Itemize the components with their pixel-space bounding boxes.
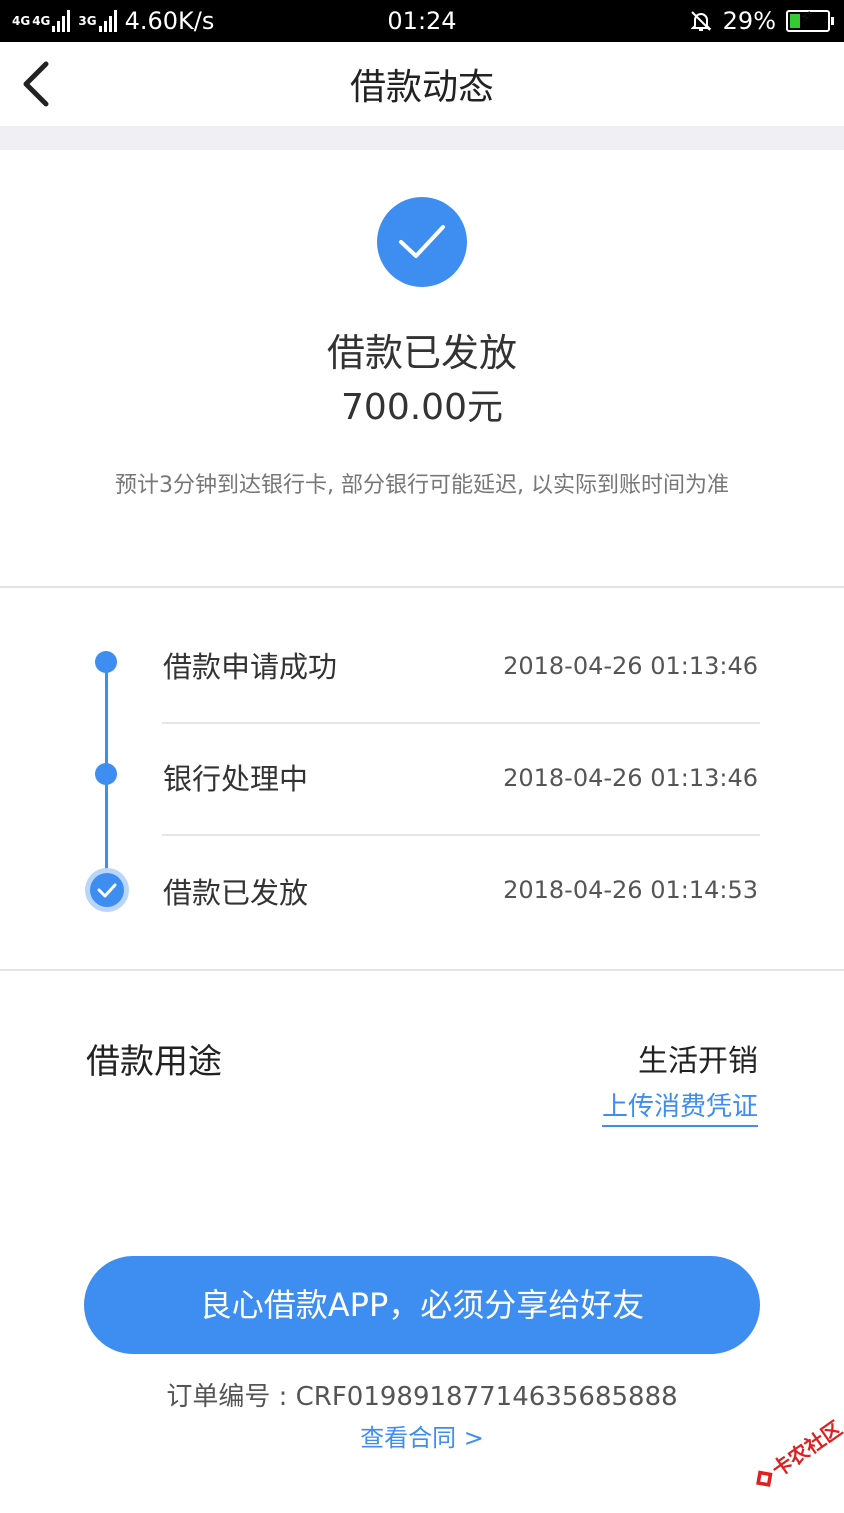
status-right: 29% ⚡ <box>689 6 834 36</box>
bell-muted-icon <box>690 11 712 31</box>
timeline-step-label: 借款申请成功 <box>163 650 338 684</box>
checkmark-icon <box>97 883 117 898</box>
timeline-separator <box>162 722 760 724</box>
page-title: 借款动态 <box>349 67 494 108</box>
view-contract-link[interactable]: 查看合同 > <box>0 1418 844 1453</box>
share-button[interactable]: 良心借款APP，必须分享给好友 <box>84 1256 760 1354</box>
status-bar: 4G 4G 3G 4.60K/s 01:24 29% ⚡ <box>0 0 844 42</box>
section-separator <box>0 126 844 150</box>
battery-icon: ⚡ <box>786 8 834 32</box>
timeline-dot <box>95 763 117 785</box>
checkmark-icon <box>399 225 445 258</box>
divider <box>0 969 844 971</box>
loan-purpose-label: 借款用途 <box>86 1042 222 1082</box>
timeline-check-inner <box>90 873 124 907</box>
nav-bar: 借款动态 <box>0 42 844 126</box>
watermark-text: 卡农社区 <box>767 1416 844 1482</box>
charging-bolt-icon: ⚡ <box>799 8 812 29</box>
timeline-check-icon <box>85 868 129 912</box>
upload-receipt-link[interactable]: 上传消费凭证 <box>601 1086 758 1127</box>
loan-status-title: 借款已发放 <box>326 331 517 375</box>
timeline-dot <box>95 651 117 673</box>
timeline-step-label: 借款已发放 <box>163 876 309 910</box>
timeline-step-label: 银行处理中 <box>163 762 309 796</box>
loan-amount: 700.00元 <box>341 387 503 428</box>
timeline-step-time: 2018-04-26 01:13:46 <box>503 764 758 792</box>
loan-purpose-value: 生活开销 <box>638 1044 758 1079</box>
order-number: 订单编号 : CRF01989187714635685888 <box>166 1382 678 1412</box>
divider <box>0 586 844 588</box>
timeline-step-time: 2018-04-26 01:13:46 <box>503 652 758 680</box>
timeline-separator <box>162 834 760 836</box>
success-check-icon <box>377 197 467 287</box>
battery-percent: 29% <box>722 7 776 35</box>
arrival-note: 预计3分钟到达银行卡, 部分银行可能延迟, 以实际到账时间为准 <box>115 473 729 498</box>
timeline-step-time: 2018-04-26 01:14:53 <box>503 876 758 904</box>
